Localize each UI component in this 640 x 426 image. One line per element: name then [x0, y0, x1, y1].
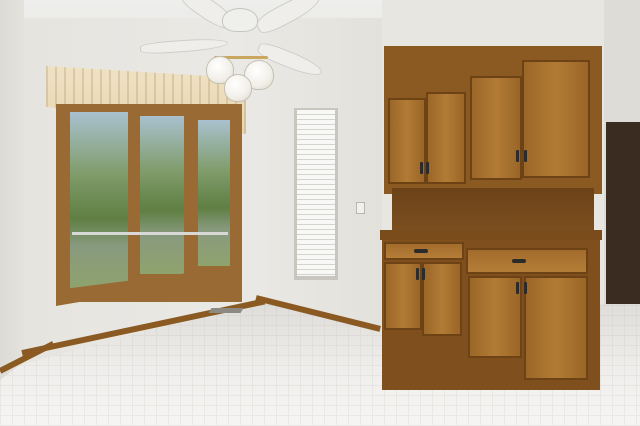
room-photo	[0, 0, 640, 426]
cabinet-handle-icon	[426, 162, 429, 174]
deck-railing	[72, 232, 228, 235]
left-wall	[0, 0, 24, 380]
upper-cabinet-door-4	[522, 60, 590, 178]
floor-vent	[208, 308, 244, 313]
doorway	[606, 122, 640, 304]
hutch-open-shelf	[392, 188, 594, 234]
ceiling-fan-icon	[222, 8, 258, 32]
light-switch	[356, 202, 365, 214]
cabinet-handle-icon	[422, 268, 425, 280]
cabinet-handle-icon	[524, 282, 527, 294]
drawer-right	[466, 248, 588, 274]
window-pane-middle	[140, 116, 184, 274]
light-globe-icon	[224, 74, 252, 102]
cabinet-handle-icon	[524, 150, 527, 162]
drawer-pull-icon	[414, 249, 428, 253]
window-blinds	[297, 110, 335, 276]
cabinet-handle-icon	[516, 150, 519, 162]
cabinet-handle-icon	[516, 282, 519, 294]
hutch-counter	[380, 230, 602, 240]
upper-cabinet-door-2	[426, 92, 466, 184]
cabinet-handle-icon	[416, 268, 419, 280]
window-pane-right	[198, 120, 230, 266]
upper-cabinet-door-3	[470, 76, 522, 180]
cabinet-handle-icon	[420, 162, 423, 174]
lower-cabinet-door-4	[524, 276, 588, 380]
window-pane-left	[70, 112, 128, 290]
lower-cabinet-door-2	[422, 262, 462, 336]
lower-cabinet-door-3	[468, 276, 522, 358]
drawer-pull-icon	[512, 259, 526, 263]
